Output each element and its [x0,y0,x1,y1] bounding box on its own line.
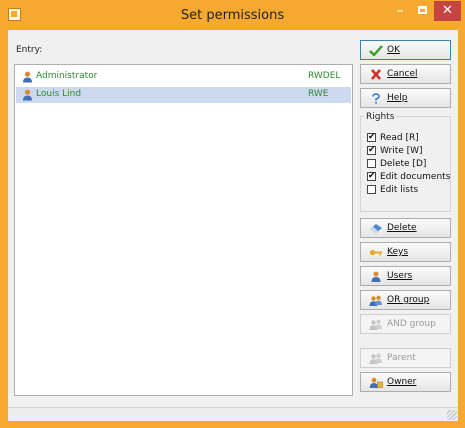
cancel-label: Cancel [387,69,418,79]
ok-label: OK [387,45,400,55]
rights-delete-checkbox[interactable]: Delete [D] [367,159,457,170]
parent-button[interactable]: Parent [360,348,451,368]
users-button[interactable]: Users [360,266,451,286]
user-icon [23,71,32,83]
user-group-icon [369,295,382,306]
user-icon [371,271,381,282]
help-icon [372,93,380,104]
delete-button[interactable]: Delete [360,218,451,238]
parent-label: Parent [387,353,416,363]
entry-name: Administrator [36,71,98,81]
user-group-icon [369,353,382,364]
list-item[interactable]: Administrator RWDEL [16,69,351,85]
title-bar[interactable]: Set permissions – ✕ [0,0,465,30]
resize-grip[interactable] [447,410,457,420]
keys-label: Keys [387,247,409,257]
entry-list[interactable]: Administrator RWDEL Louis Lind RWE [14,64,353,396]
eraser-icon [370,224,382,233]
entry-name: Louis Lind [36,89,82,99]
owner-button[interactable]: Owner [360,372,451,392]
entry-rights: RWE [308,89,329,99]
dialog-body: Entry: Administrator RWDEL Louis Lind RW… [8,30,458,407]
entry-label: Entry: [16,45,43,55]
set-permissions-window: Set permissions – ✕ Entry: Administrator… [0,0,465,428]
checkbox-label: Edit documents [380,172,451,182]
checkbox-box[interactable]: ✔ [367,146,376,155]
rights-write-checkbox[interactable]: ✔ Write [W] [367,146,457,157]
checkmark-icon [369,45,383,56]
checkbox-box[interactable]: ✔ [367,172,376,181]
help-label: Help [387,93,408,103]
minimize-button[interactable]: – [387,1,413,21]
cancel-x-icon [371,69,381,80]
close-button[interactable]: ✕ [434,1,461,21]
checkbox-box[interactable] [367,185,376,194]
and-group-button[interactable]: AND group [360,314,451,334]
delete-label: Delete [387,223,417,233]
status-bar [8,407,458,421]
owner-icon [369,377,383,388]
list-item[interactable]: Louis Lind RWE [16,87,351,103]
checkbox-box[interactable] [367,159,376,168]
user-icon [23,89,32,101]
or-group-label: OR group [387,295,430,305]
help-button[interactable]: Help [360,88,451,108]
ok-button[interactable]: OK [360,40,451,60]
key-icon [369,249,382,256]
users-label: Users [387,271,413,281]
checkbox-label: Write [W] [380,146,423,156]
rights-edit-lists-checkbox[interactable]: Edit lists [367,185,457,196]
or-group-button[interactable]: OR group [360,290,451,310]
and-group-label: AND group [387,319,436,329]
maximize-button[interactable] [413,1,433,21]
entry-rights: RWDEL [308,71,341,81]
cancel-button[interactable]: Cancel [360,64,451,84]
checkbox-label: Edit lists [380,185,419,195]
rights-title: Rights [364,112,397,122]
rights-edit-documents-checkbox[interactable]: ✔ Edit documents [367,172,457,183]
checkbox-label: Read [R] [380,133,419,143]
checkbox-box[interactable]: ✔ [367,133,376,142]
checkbox-label: Delete [D] [380,159,427,169]
owner-label: Owner [387,377,417,387]
keys-button[interactable]: Keys [360,242,451,262]
rights-read-checkbox[interactable]: ✔ Read [R] [367,133,457,144]
user-group-icon [369,319,382,330]
